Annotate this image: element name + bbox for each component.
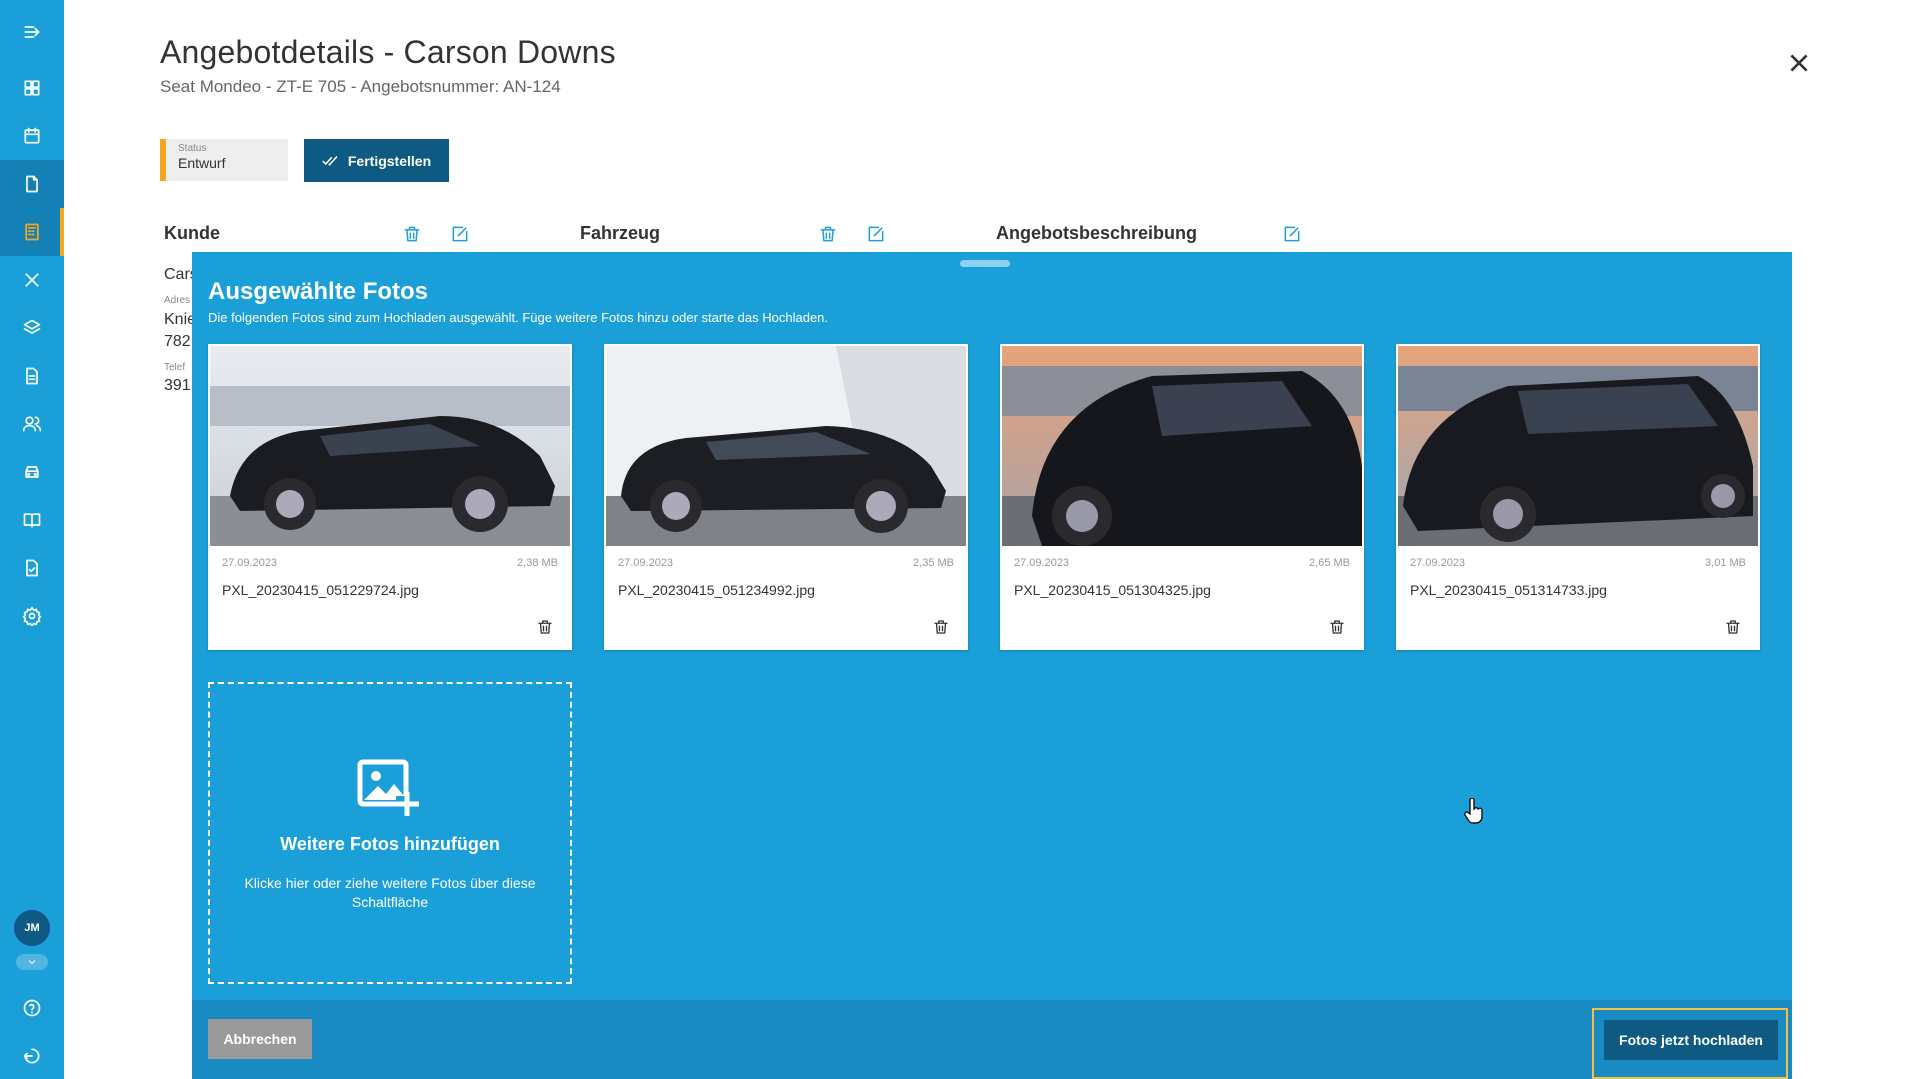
delete-photo-trash-icon[interactable] [932,618,952,638]
photo-upload-panel: Ausgewählte Fotos Die folgenden Fotos si… [192,252,1792,1079]
photo-filename: PXL_20230415_051314733.jpg [1410,582,1607,598]
customers-icon[interactable] [0,400,64,448]
car-photo [606,346,966,546]
tools-icon[interactable] [0,256,64,304]
add-more-description: Klicke hier oder ziehe weitere Fotos übe… [244,875,536,910]
customer-trash-icon[interactable] [402,224,422,244]
add-more-title: Weitere Fotos hinzufügen [280,834,500,854]
close-icon[interactable] [1786,50,1812,76]
photo-date: 27.09.2023 [618,557,674,569]
double-check-icon [322,155,338,166]
vehicle-edit-icon[interactable] [866,224,886,244]
photo-size: 2,38 MB [517,557,558,569]
logout-icon[interactable] [0,1032,64,1079]
panel-footer: Abbrechen Fotos jetzt hochladen [192,1000,1792,1079]
add-more-photos-dropzone[interactable]: Weitere Fotos hinzufügen Klicke hier ode… [208,682,572,984]
drag-handle[interactable] [960,260,1010,267]
settings-gear-icon[interactable] [0,592,64,640]
sidebar: JM [0,0,64,1079]
photo-card: 27.09.2023 2,38 MB PXL_20230415_05122972… [208,344,572,650]
chevron-down-icon[interactable] [16,954,48,970]
photo-size: 2,65 MB [1309,557,1350,569]
report-icon[interactable] [0,352,64,400]
panel-title: Ausgewählte Fotos [208,278,429,305]
car-photo [1398,346,1758,546]
car-photo [210,346,570,546]
photo-card: 27.09.2023 2,65 MB PXL_20230415_05130432… [1000,344,1364,650]
photo-filename: PXL_20230415_051304325.jpg [1014,582,1211,598]
photo-date: 27.09.2023 [1014,557,1070,569]
phone-label: Telef [164,362,186,373]
status-label: Status [178,143,207,154]
menu-toggle-icon[interactable] [0,8,64,56]
vehicle-icon[interactable] [0,448,64,496]
upload-photos-button[interactable]: Fotos jetzt hochladen [1604,1020,1778,1060]
hand-cursor-icon [1464,798,1483,824]
finish-button[interactable]: Fertigstellen [304,139,449,182]
customer-edit-icon[interactable] [450,224,470,244]
upload-button-focus-ring: Fotos jetzt hochladen [1592,1008,1788,1079]
delete-photo-trash-icon[interactable] [1328,618,1348,638]
panel-description: Die folgenden Fotos sind zum Hochladen a… [208,310,829,325]
photo-card: 27.09.2023 3,01 MB PXL_20230415_05131473… [1396,344,1760,650]
address-label: Adres [164,295,191,306]
phone-value: 391 [164,377,191,394]
calendar-icon[interactable] [0,112,64,160]
section-offer-description-title: Angebotsbeschreibung [996,223,1198,243]
address-line-2: 782 [164,333,191,350]
offer-description-edit-icon[interactable] [1282,224,1302,244]
section-customer-title: Kunde [164,223,220,243]
photo-date: 27.09.2023 [1410,557,1466,569]
delete-photo-trash-icon[interactable] [1724,618,1744,638]
invoice-icon[interactable] [0,544,64,592]
offer-calculator-icon[interactable] [0,208,64,256]
layers-icon[interactable] [0,304,64,352]
photo-size: 2,35 MB [913,557,954,569]
photo-size: 3,01 MB [1705,557,1746,569]
photo-date: 27.09.2023 [222,557,278,569]
finish-label: Fertigstellen [347,152,432,169]
photo-card: 27.09.2023 2,35 MB PXL_20230415_05123499… [604,344,968,650]
status-value: Entwurf [178,155,226,171]
section-vehicle-title: Fahrzeug [580,223,661,243]
cancel-button[interactable]: Abbrechen [208,1019,312,1059]
delete-photo-trash-icon[interactable] [536,618,556,638]
document-icon[interactable] [0,160,64,208]
add-image-icon [356,758,420,816]
page-title: Angebotdetails - Carson Downs [160,34,616,70]
user-avatar[interactable]: JM [14,910,50,946]
status-field[interactable]: Status Entwurf [160,139,288,181]
help-icon[interactable] [0,984,64,1032]
photo-filename: PXL_20230415_051234992.jpg [618,582,815,598]
car-photo [1002,346,1362,546]
photo-filename: PXL_20230415_051229724.jpg [222,582,419,598]
dashboard-icon[interactable] [0,64,64,112]
page-subtitle: Seat Mondeo - ZT-E 705 - Angebotsnummer:… [160,77,561,96]
catalog-book-icon[interactable] [0,496,64,544]
vehicle-trash-icon[interactable] [818,224,838,244]
